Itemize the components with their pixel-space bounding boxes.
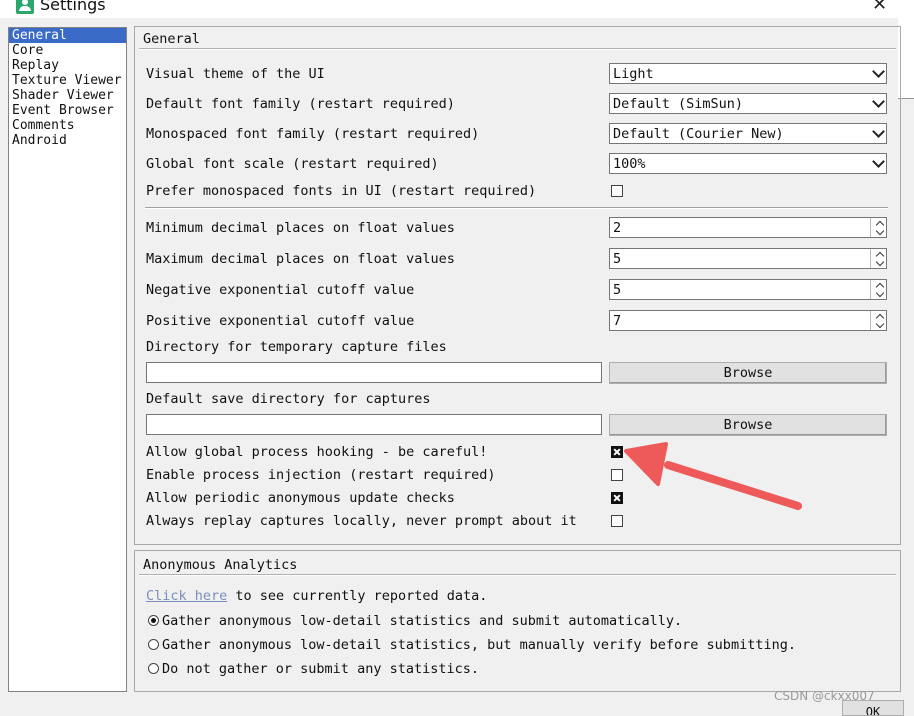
spin-down-icon[interactable] xyxy=(875,226,885,236)
theme-label: Visual theme of the UI xyxy=(146,66,325,82)
sidebar-item-shader-viewer[interactable]: Shader Viewer xyxy=(9,88,126,103)
neg-exp-value: 5 xyxy=(613,282,622,298)
prefer-mono-label: Prefer monospaced fonts in UI (restart r… xyxy=(146,183,537,199)
theme-value: Light xyxy=(613,66,654,82)
analytics-option-none-radio[interactable] xyxy=(148,663,159,674)
analytics-group-title: Anonymous Analytics xyxy=(143,557,298,573)
temp-dir-browse-button[interactable]: Browse xyxy=(609,362,887,384)
replay-local-label: Always replay captures locally, never pr… xyxy=(146,513,577,529)
sidebar-item-general[interactable]: General xyxy=(9,28,126,43)
font-scale-select[interactable]: 100% xyxy=(609,153,887,174)
analytics-option-none-label[interactable]: Do not gather or submit any statistics. xyxy=(162,661,479,677)
global-hook-label: Allow global process hooking - be carefu… xyxy=(146,444,488,460)
pos-exp-value: 7 xyxy=(613,313,622,329)
neg-exp-spinbox[interactable]: 5 xyxy=(609,279,887,300)
sidebar-item-texture-viewer[interactable]: Texture Viewer xyxy=(9,73,126,88)
save-dir-input[interactable] xyxy=(146,414,602,435)
sidebar-item-replay[interactable]: Replay xyxy=(9,58,126,73)
theme-select[interactable]: Light xyxy=(609,63,887,84)
font-family-label: Default font family (restart required) xyxy=(146,96,455,112)
analytics-option-auto-radio[interactable] xyxy=(148,615,159,626)
save-dir-browse-button[interactable]: Browse xyxy=(609,414,887,436)
analytics-option-manual-label[interactable]: Gather anonymous low-detail statistics, … xyxy=(162,637,796,653)
replay-local-checkbox[interactable] xyxy=(611,515,623,527)
mono-family-select[interactable]: Default (Courier New) xyxy=(609,123,887,144)
font-scale-label: Global font scale (restart required) xyxy=(146,156,439,172)
global-hook-checkbox[interactable] xyxy=(611,446,623,458)
font-family-select[interactable]: Default (SimSun) xyxy=(609,93,887,114)
injection-label: Enable process injection (restart requir… xyxy=(146,467,496,483)
divider xyxy=(145,207,888,209)
title-bar: Settings ✕ xyxy=(0,0,914,18)
spin-down-icon[interactable] xyxy=(875,319,885,329)
sidebar-item-core[interactable]: Core xyxy=(9,43,126,58)
min-decimal-value: 2 xyxy=(613,220,622,236)
analytics-option-manual-radio[interactable] xyxy=(148,639,159,650)
temp-dir-label: Directory for temporary capture files xyxy=(146,339,447,355)
min-decimal-label: Minimum decimal places on float values xyxy=(146,220,455,236)
report-link-suffix: to see currently reported data. xyxy=(227,588,488,604)
font-scale-value: 100% xyxy=(613,156,646,172)
prefer-mono-checkbox[interactable] xyxy=(611,185,623,197)
min-decimal-spinbox[interactable]: 2 xyxy=(609,217,887,238)
window-title: Settings xyxy=(40,0,106,14)
neg-exp-label: Negative exponential cutoff value xyxy=(146,282,415,298)
settings-category-list[interactable]: General Core Replay Texture Viewer Shade… xyxy=(8,27,127,692)
click-here-link[interactable]: Click here xyxy=(146,588,227,604)
spin-down-icon[interactable] xyxy=(875,257,885,267)
spin-down-icon[interactable] xyxy=(875,288,885,298)
ok-button[interactable]: OK xyxy=(842,700,904,716)
chevron-down-icon xyxy=(872,155,885,168)
sidebar-item-event-browser[interactable]: Event Browser xyxy=(9,103,126,118)
chevron-down-icon xyxy=(872,95,885,108)
close-icon[interactable]: ✕ xyxy=(872,0,887,15)
mono-family-value: Default (Courier New) xyxy=(613,126,784,142)
temp-dir-input[interactable] xyxy=(146,362,602,383)
font-family-value: Default (SimSun) xyxy=(613,96,744,112)
pos-exp-spinbox[interactable]: 7 xyxy=(609,310,887,331)
sidebar-item-comments[interactable]: Comments xyxy=(9,118,126,133)
update-checks-label: Allow periodic anonymous update checks xyxy=(146,490,455,506)
mono-family-label: Monospaced font family (restart required… xyxy=(146,126,480,142)
analytics-option-auto-label[interactable]: Gather anonymous low-detail statistics a… xyxy=(162,613,682,629)
report-link-line: Click here to see currently reported dat… xyxy=(146,588,487,604)
max-decimal-label: Maximum decimal places on float values xyxy=(146,251,455,267)
chevron-down-icon xyxy=(872,125,885,138)
max-decimal-spinbox[interactable]: 5 xyxy=(609,248,887,269)
app-icon xyxy=(16,0,34,14)
save-dir-label: Default save directory for captures xyxy=(146,391,431,407)
sidebar-item-android[interactable]: Android xyxy=(9,133,126,148)
injection-checkbox[interactable] xyxy=(611,469,623,481)
max-decimal-value: 5 xyxy=(613,251,622,267)
general-group-title: General xyxy=(143,31,200,47)
pos-exp-label: Positive exponential cutoff value xyxy=(146,313,415,329)
update-checks-checkbox[interactable] xyxy=(611,492,623,504)
chevron-down-icon xyxy=(872,65,885,78)
